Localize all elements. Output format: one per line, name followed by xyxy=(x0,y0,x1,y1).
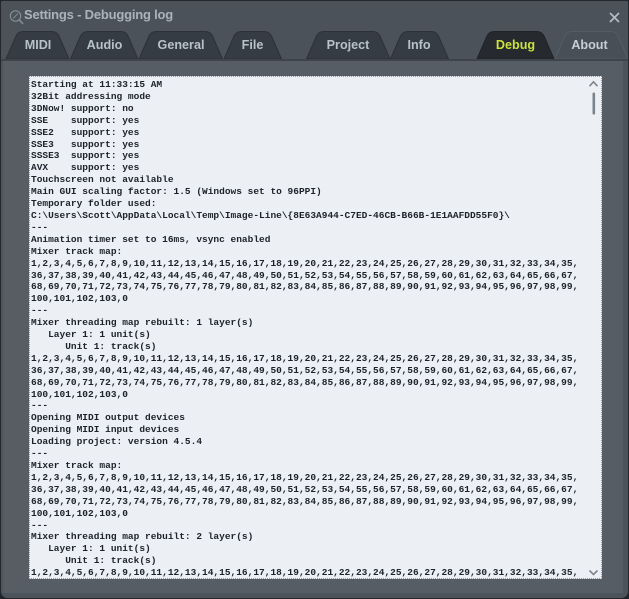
svg-text:General: General xyxy=(158,38,205,52)
svg-text:Audio: Audio xyxy=(87,38,123,52)
svg-text:File: File xyxy=(242,38,264,52)
svg-text:Info: Info xyxy=(407,38,430,52)
svg-text:MIDI: MIDI xyxy=(25,38,52,52)
svg-text:About: About xyxy=(571,38,608,52)
svg-text:Project: Project xyxy=(327,38,371,52)
svg-text:Debug: Debug xyxy=(496,38,535,52)
